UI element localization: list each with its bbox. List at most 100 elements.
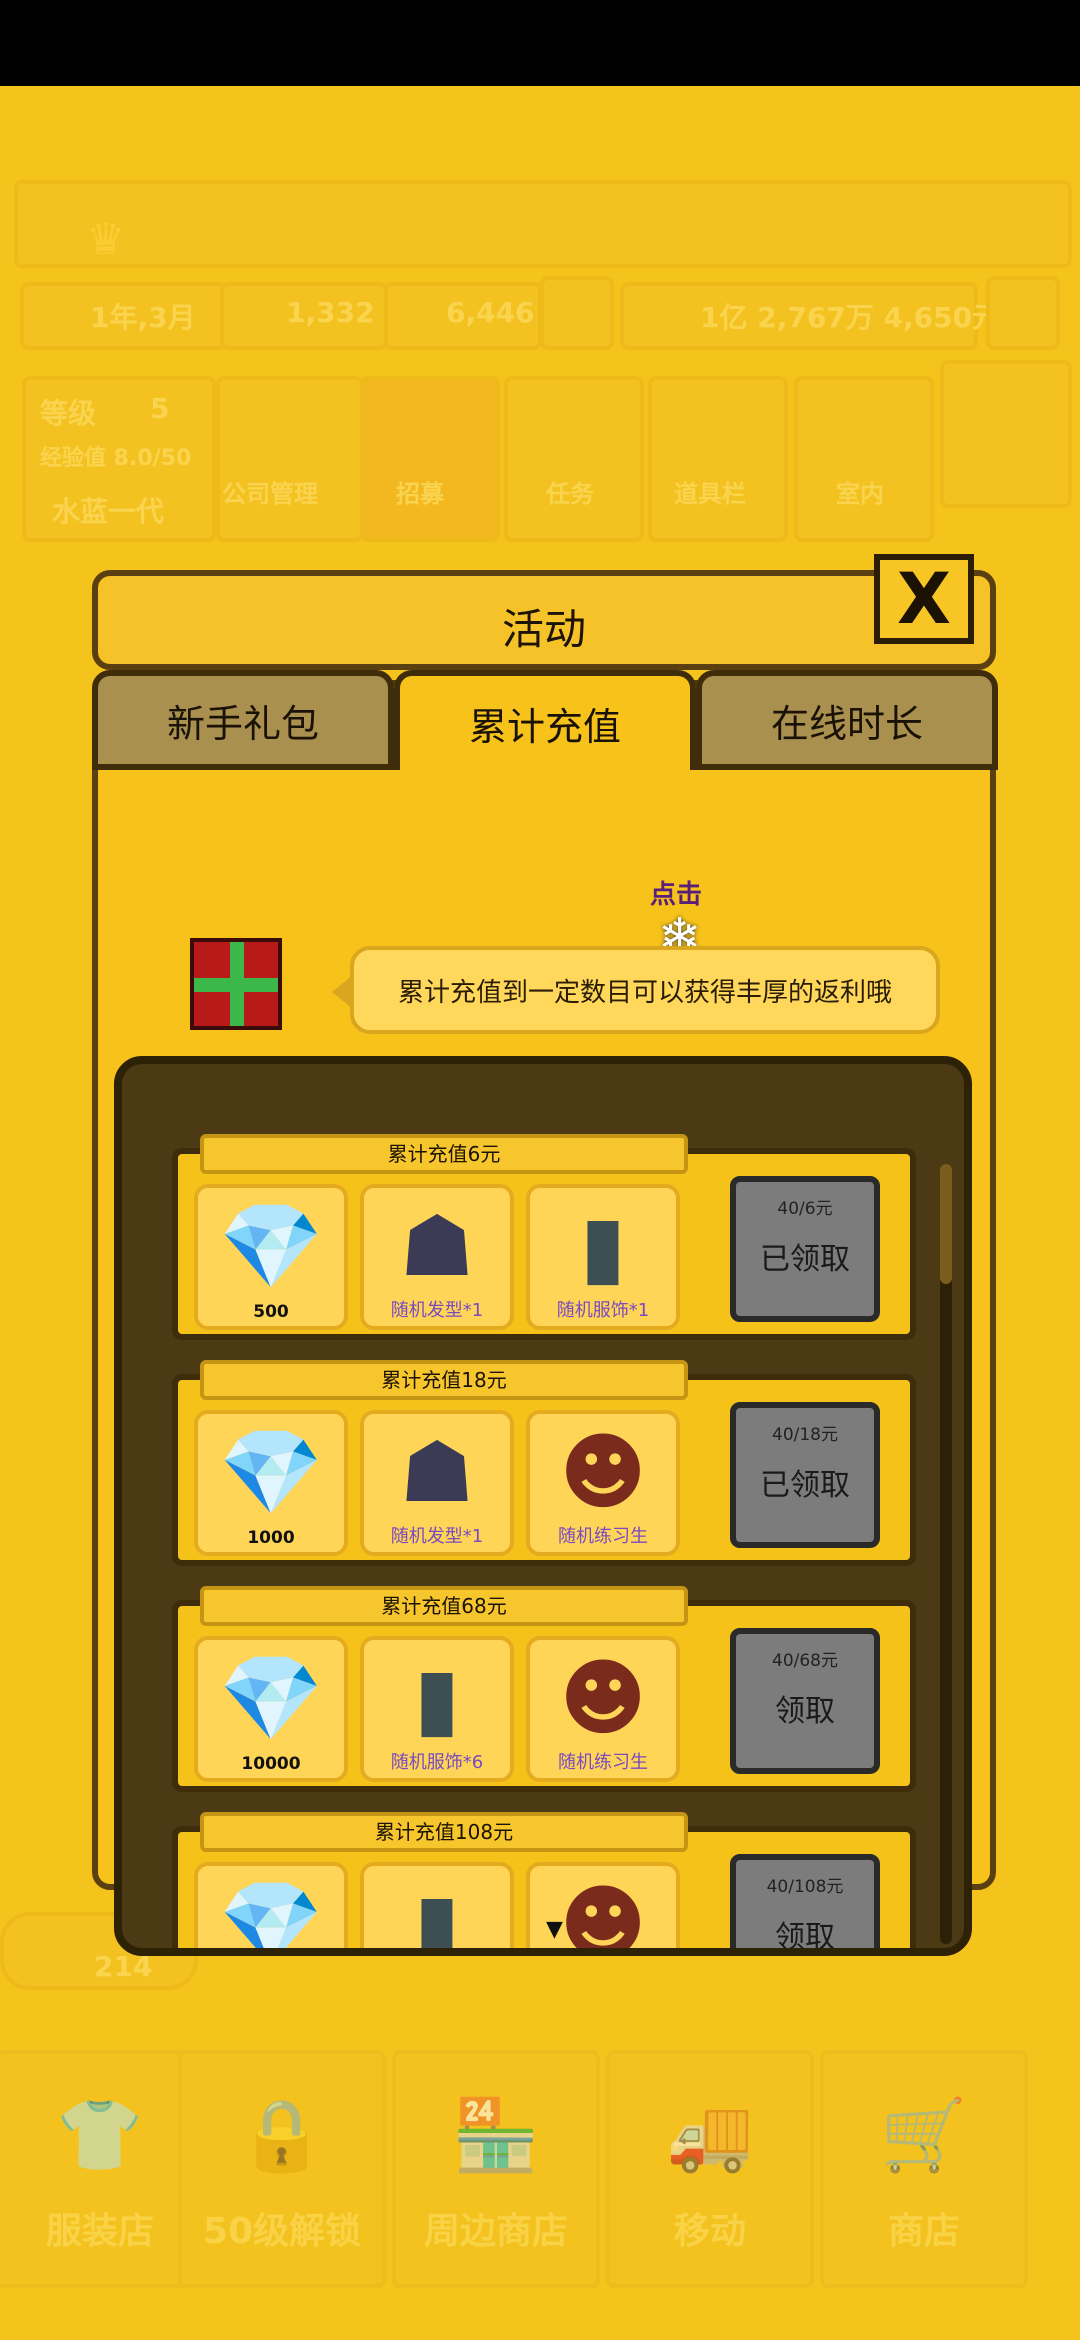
tab-cumulative-recharge[interactable]: 累计充值 — [394, 670, 696, 770]
reward-caption: 随机练习生 — [558, 1752, 648, 1773]
reward-slot[interactable]: 💎 — [194, 1862, 348, 1956]
reward-list[interactable]: 累计充值6元 💎 500 ☗ 随机发型*1 ▮ 随机服饰*1 40/6元 已领取 — [114, 1056, 972, 1956]
reward-slot[interactable]: ☗ 随机发型*1 — [360, 1184, 514, 1330]
gift-icon — [190, 938, 282, 1030]
reward-amount: 1000 — [247, 1528, 295, 1548]
gem-pile-icon: 💎 — [218, 1649, 324, 1747]
gem-pile-icon: 💎 — [218, 1423, 324, 1521]
menu-interior[interactable] — [794, 376, 934, 542]
gems-text: 6,446 — [446, 296, 535, 329]
lock-icon: 🔒 — [238, 2094, 326, 2176]
add-money-button[interactable] — [986, 276, 1060, 350]
reward-amount: 10000 — [241, 1754, 301, 1774]
date-text: 1年,3月 — [90, 301, 196, 334]
reward-slot[interactable]: 💎 500 — [194, 1184, 348, 1330]
claim-progress: 40/68元 — [772, 1651, 838, 1671]
nav-level50-unlock[interactable]: 🔒 50级解锁 — [178, 2050, 386, 2288]
reward-card: 累计充值18元 💎 1000 ☗ 随机发型*1 ☻ 随机练习生 40/18元 已… — [172, 1360, 916, 1566]
trainee-icon: ☻ — [559, 1423, 647, 1521]
claim-button[interactable]: 40/68元 领取 — [730, 1628, 880, 1774]
nav-shop[interactable]: 🛒 商店 — [820, 2050, 1028, 2288]
nav-level50-unlock-label: 50级解锁 — [202, 2211, 362, 2252]
claim-label: 已领取 — [760, 1468, 850, 1503]
shop-icon: 🛒 — [880, 2094, 968, 2176]
reward-slot[interactable]: ▮ 随机服饰*6 — [360, 1636, 514, 1782]
status-bar — [0, 0, 1080, 86]
menu-task-label: 任务 — [546, 480, 594, 508]
dialog-header: 活动 — [92, 570, 996, 670]
menu-task[interactable] — [504, 376, 644, 542]
claim-label: 已领取 — [760, 1242, 850, 1277]
claim-progress: 40/6元 — [777, 1199, 833, 1219]
reward-caption: 随机练习生 — [558, 1526, 648, 1547]
reward-card: 累计充值108元 💎 ▮ ☻ 40/108元 领取 — [172, 1812, 916, 1956]
claim-progress: 40/108元 — [766, 1877, 844, 1897]
menu-recruit-label: 招募 — [396, 480, 444, 508]
menu-inventory-label: 道具栏 — [674, 480, 746, 508]
menu-interior-label: 室内 — [836, 480, 884, 508]
tab-newbie-pack[interactable]: 新手礼包 — [92, 670, 394, 770]
gem-pile-icon: 💎 — [218, 1875, 324, 1956]
menu-company[interactable] — [216, 376, 364, 542]
level-label: 等级 — [40, 397, 97, 430]
add-gems-button[interactable] — [540, 276, 614, 350]
scroll-down-arrow-icon[interactable]: ▼ — [546, 1917, 563, 1942]
reward-slot[interactable]: ☻ 随机练习生 — [526, 1410, 680, 1556]
nav-clothing-store-label: 服装店 — [45, 2211, 154, 2252]
claim-progress: 40/18元 — [772, 1425, 838, 1445]
reward-slot[interactable]: ▮ 随机服饰*1 — [526, 1184, 680, 1330]
trainee-icon: ☻ — [559, 1875, 647, 1956]
clothing-icon: ▮ — [579, 1197, 627, 1295]
reward-caption: 随机发型*1 — [390, 1526, 484, 1547]
name-bar — [14, 180, 1072, 268]
close-button[interactable]: X — [874, 554, 974, 644]
reward-slot[interactable]: 💎 10000 — [194, 1636, 348, 1782]
reward-card: 累计充值68元 💎 10000 ▮ 随机服饰*6 ☻ 随机练习生 40/68元 … — [172, 1586, 916, 1792]
dialog-body: 点击 ❄ 累计充值到一定数目可以获得丰厚的返利哦 累计充值6元 💎 500 ☗ … — [92, 680, 996, 1956]
exp-label: 经验值 8.0/50 — [40, 446, 192, 471]
merch-store-icon: 🏪 — [452, 2094, 540, 2176]
reward-title: 累计充值6元 — [200, 1134, 688, 1174]
reward-slot[interactable]: ☻ 随机练习生 — [526, 1636, 680, 1782]
nav-move[interactable]: 🚚 移动 — [606, 2050, 814, 2288]
claim-button[interactable]: 40/108元 领取 — [730, 1854, 880, 1948]
coins-text: 1,332 — [286, 296, 375, 329]
reward-caption: 随机发型*1 — [390, 1300, 484, 1321]
scrollbar-thumb[interactable] — [940, 1164, 952, 1284]
tab-online-time[interactable]: 在线时长 — [696, 670, 998, 770]
reward-caption: 随机服饰*6 — [390, 1752, 484, 1773]
clothing-icon: ▮ — [413, 1875, 461, 1956]
tap-hint: 点击 — [650, 880, 703, 910]
mail-button[interactable] — [940, 360, 1072, 508]
activity-dialog: 活动 X 点击 ❄ 累计充值到一定数目可以获得丰厚的返利哦 累计充值6元 💎 5… — [92, 554, 998, 1956]
claim-button[interactable]: 40/6元 已领取 — [730, 1176, 880, 1322]
close-icon: X — [897, 558, 951, 640]
rank-label: 水蓝一代 — [52, 495, 165, 528]
reward-slot[interactable]: ▮ — [360, 1862, 514, 1956]
nav-clothing-store[interactable]: 👕 服装店 — [0, 2050, 204, 2288]
nav-merch-store[interactable]: 🏪 周边商店 — [392, 2050, 600, 2288]
trainee-icon: ☻ — [559, 1649, 647, 1747]
clothing-icon: ▮ — [413, 1649, 461, 1747]
claim-label: 领取 — [775, 1694, 835, 1729]
truck-icon: 🚚 — [666, 2094, 754, 2176]
claim-button[interactable]: 40/18元 已领取 — [730, 1402, 880, 1548]
menu-company-label: 公司管理 — [222, 480, 318, 508]
reward-slot[interactable]: ☗ 随机发型*1 — [360, 1410, 514, 1556]
menu-inventory[interactable] — [648, 376, 788, 542]
reward-slot[interactable]: 💎 1000 — [194, 1410, 348, 1556]
dialog-title: 活动 — [501, 605, 586, 654]
menu-recruit[interactable] — [360, 376, 500, 542]
tab-online-time-label: 在线时长 — [770, 701, 923, 746]
hair-icon: ☗ — [399, 1197, 475, 1295]
description-text: 累计充值到一定数目可以获得丰厚的返利哦 — [397, 977, 892, 1008]
description-bubble: 累计充值到一定数目可以获得丰厚的返利哦 — [332, 946, 940, 1034]
reward-amount: 500 — [253, 1302, 289, 1322]
gem-pile-icon: 💎 — [218, 1197, 324, 1295]
reward-caption: 随机服饰*1 — [556, 1300, 650, 1321]
nav-move-label: 移动 — [673, 2211, 746, 2252]
nav-shop-label: 商店 — [887, 2211, 960, 2252]
tab-newbie-pack-label: 新手礼包 — [166, 701, 319, 746]
hair-icon: ☗ — [399, 1423, 475, 1521]
tab-cumulative-recharge-label: 累计充值 — [468, 704, 621, 749]
